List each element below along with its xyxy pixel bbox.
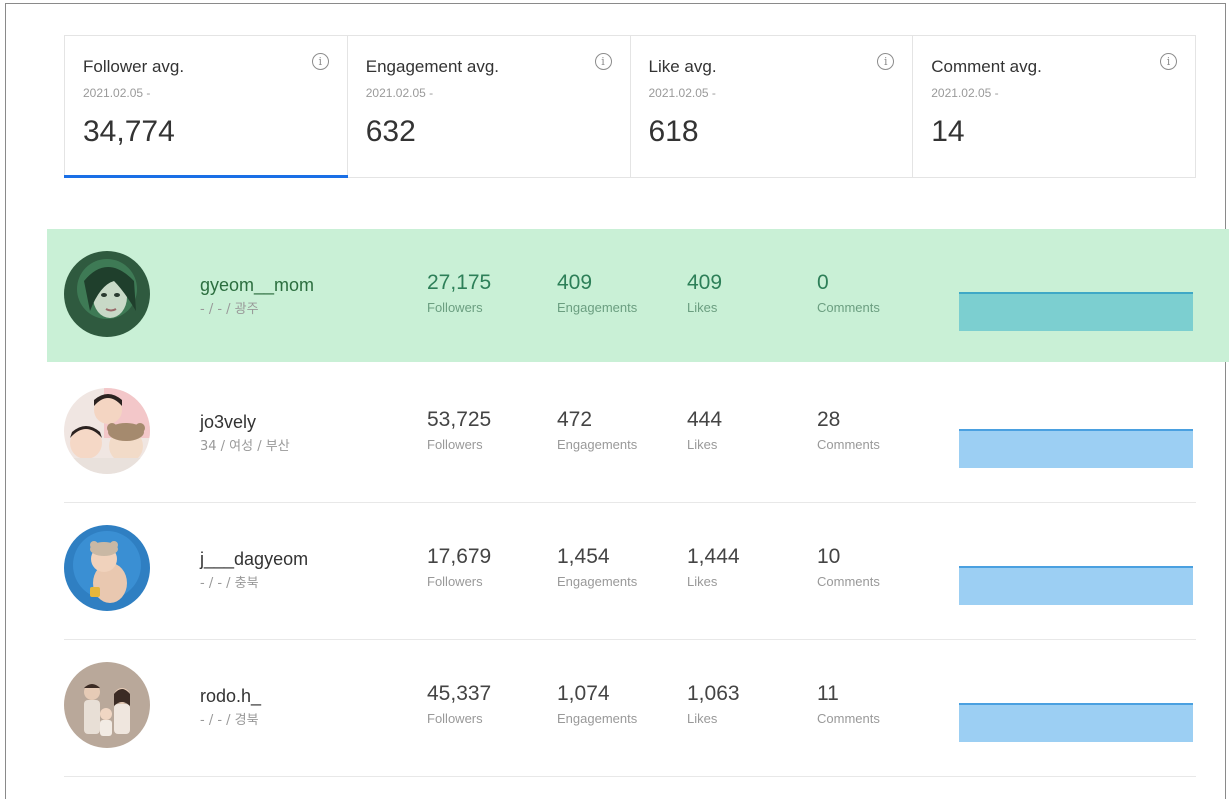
comments-label: Comments [817, 711, 880, 726]
stat-date: 2021.02.05 - [648, 86, 716, 100]
likes-value: 409 [687, 271, 723, 294]
avatar [64, 251, 150, 337]
likes-label: Likes [687, 437, 718, 452]
row-divider [64, 776, 1196, 777]
trend-sparkline [959, 429, 1193, 468]
stat-card-engagement-avg[interactable]: Engagement avg. 2021.02.05 - 632 i [348, 36, 631, 177]
influencer-row-gyeom-mom[interactable]: gyeom__mom - / - / 광주 27,175 Followers 4… [47, 229, 1229, 362]
comments-label: Comments [817, 300, 880, 315]
followers-metric: 27,175 Followers [427, 270, 491, 316]
engagements-metric: 409 Engagements [557, 270, 637, 316]
sparkline-fill [959, 705, 1193, 742]
stat-value: 14 [931, 115, 965, 148]
stat-card-follower-avg[interactable]: Follower avg. 2021.02.05 - 34,774 i [64, 36, 348, 178]
engagements-value: 1,074 [557, 682, 610, 705]
stat-value: 34,774 [83, 115, 175, 148]
comments-label: Comments [817, 437, 880, 452]
likes-metric: 409 Likes [687, 270, 722, 316]
trend-sparkline [959, 703, 1193, 742]
likes-metric: 1,444 Likes [687, 544, 740, 590]
engagements-metric: 1,454 Engagements [557, 544, 637, 590]
comments-metric: 28 Comments [817, 407, 880, 453]
followers-metric: 17,679 Followers [427, 544, 491, 590]
comments-value: 11 [817, 682, 839, 705]
engagements-label: Engagements [557, 574, 638, 589]
likes-value: 1,444 [687, 545, 740, 568]
followers-label: Followers [427, 300, 483, 315]
influencer-meta: - / - / 광주 [200, 302, 259, 317]
engagements-label: Engagements [557, 300, 638, 315]
likes-label: Likes [687, 300, 718, 315]
engagements-value: 1,454 [557, 545, 610, 568]
avatar [64, 525, 150, 611]
influencer-meta: - / - / 경북 [200, 713, 259, 728]
followers-metric: 53,725 Followers [427, 407, 491, 453]
info-icon[interactable]: i [311, 53, 329, 70]
followers-label: Followers [427, 711, 483, 726]
avatar [64, 662, 150, 748]
stat-card-comment-avg[interactable]: Comment avg. 2021.02.05 - 14 i [913, 36, 1195, 177]
sparkline-line [959, 703, 1193, 705]
followers-value: 53,725 [427, 408, 492, 431]
comments-value: 28 [817, 408, 841, 431]
influencer-name[interactable]: rodo.h_ [200, 685, 261, 707]
avatar [64, 388, 150, 474]
comments-metric: 10 Comments [817, 544, 880, 590]
followers-value: 17,679 [427, 545, 492, 568]
stat-date: 2021.02.05 - [83, 86, 151, 100]
influencer-meta: - / - / 충북 [200, 576, 259, 591]
stat-value: 632 [365, 115, 416, 148]
stat-title: Follower avg. [83, 57, 185, 76]
stat-title: Engagement avg. [365, 57, 500, 76]
stat-title: Comment avg. [931, 57, 1042, 76]
stat-date: 2021.02.05 - [931, 86, 999, 100]
influencer-meta: 34 / 여성 / 부산 [200, 439, 290, 454]
engagements-metric: 472 Engagements [557, 407, 637, 453]
comments-value: 10 [817, 545, 841, 568]
engagements-label: Engagements [557, 711, 638, 726]
likes-label: Likes [687, 711, 718, 726]
followers-label: Followers [427, 437, 483, 452]
sparkline-line [959, 429, 1193, 431]
comments-label: Comments [817, 574, 880, 589]
engagements-metric: 1,074 Engagements [557, 681, 637, 727]
influencer-row-j-dagyeom[interactable]: j___dagyeom - / - / 충북 17,679 Followers … [0, 503, 1230, 640]
trend-sparkline [959, 292, 1193, 331]
info-icon[interactable]: i [1160, 53, 1177, 70]
stat-date: 2021.02.05 - [365, 86, 434, 100]
info-icon[interactable]: i [594, 53, 612, 70]
influencer-name[interactable]: jo3vely [200, 411, 256, 433]
sparkline-line [959, 292, 1193, 294]
influencer-list: gyeom__mom - / - / 광주 27,175 Followers 4… [0, 229, 1230, 777]
comments-metric: 11 Comments [817, 681, 880, 727]
comments-value: 0 [817, 271, 829, 294]
followers-metric: 45,337 Followers [427, 681, 491, 727]
likes-metric: 1,063 Likes [687, 681, 740, 727]
engagements-value: 409 [557, 271, 593, 294]
stat-title: Like avg. [648, 57, 717, 76]
comments-metric: 0 Comments [817, 270, 880, 316]
sparkline-fill [959, 294, 1193, 331]
influencer-name[interactable]: gyeom__mom [200, 274, 314, 296]
sparkline-line [959, 566, 1193, 568]
influencer-name[interactable]: j___dagyeom [200, 548, 308, 570]
likes-metric: 444 Likes [687, 407, 722, 453]
engagements-label: Engagements [557, 437, 638, 452]
sparkline-fill [959, 568, 1193, 605]
likes-label: Likes [687, 574, 718, 589]
followers-value: 45,337 [427, 682, 492, 705]
stat-value: 618 [648, 115, 699, 148]
influencer-row-jo3vely[interactable]: jo3vely 34 / 여성 / 부산 53,725 Followers 47… [0, 366, 1230, 503]
stat-card-like-avg[interactable]: Like avg. 2021.02.05 - 618 i [631, 36, 914, 177]
trend-sparkline [959, 566, 1193, 605]
followers-label: Followers [427, 574, 483, 589]
likes-value: 1,063 [687, 682, 740, 705]
sparkline-fill [959, 431, 1193, 468]
followers-value: 27,175 [427, 271, 492, 294]
engagements-value: 472 [557, 408, 593, 431]
summary-stats: Follower avg. 2021.02.05 - 34,774 i Enga… [64, 35, 1196, 178]
influencer-row-rodo-h[interactable]: rodo.h_ - / - / 경북 45,337 Followers 1,07… [0, 640, 1230, 777]
likes-value: 444 [687, 408, 723, 431]
